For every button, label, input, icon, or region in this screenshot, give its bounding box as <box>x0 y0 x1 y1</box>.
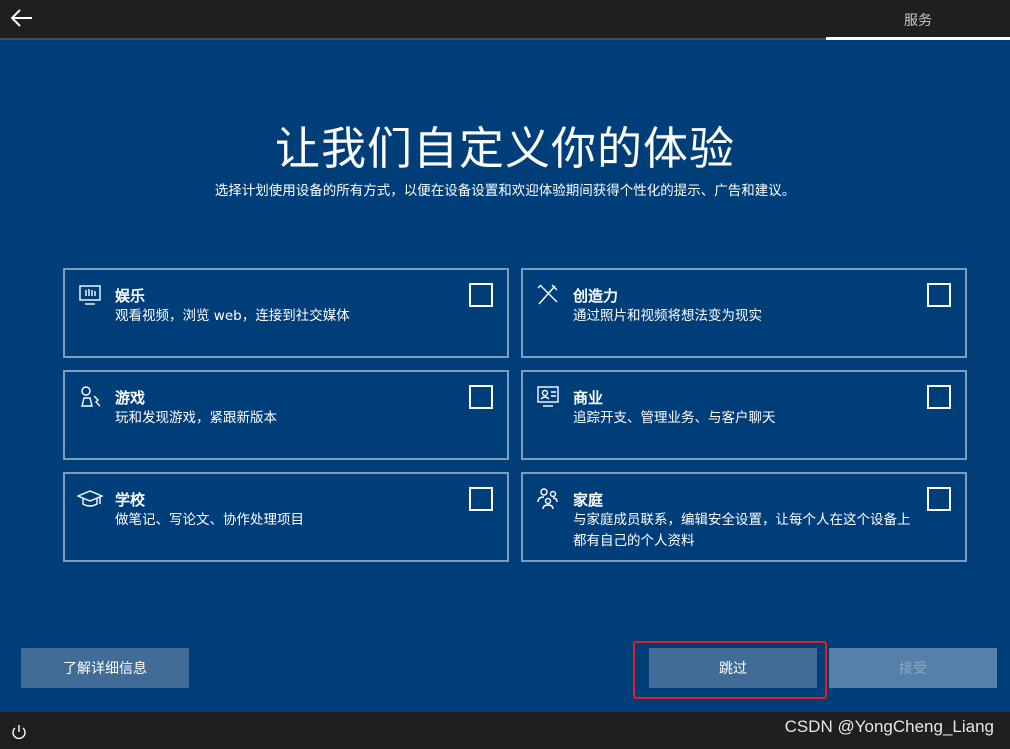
page-subtitle: 选择计划使用设备的所有方式，以便在设备设置和欢迎体验期间获得个性化的提示、广告和… <box>214 183 796 199</box>
top-bar-divider <box>0 38 826 40</box>
accept-button[interactable]: 接受 <box>829 648 997 688</box>
family-icon <box>537 488 558 510</box>
option-card-family[interactable]: 家庭 与家庭成员联系，编辑安全设置，让每个人在这个设备上都有自己的个人资料 <box>521 472 967 562</box>
option-title: 娱乐 <box>115 287 146 305</box>
option-description: 与家庭成员联系，编辑安全设置，让每个人在这个设备上都有自己的个人资料 <box>573 512 911 549</box>
tab-services[interactable]: 服务 <box>826 0 1010 40</box>
learn-more-button[interactable]: 了解详细信息 <box>21 648 189 688</box>
option-description: 观看视频，浏览 web，连接到社交媒体 <box>115 308 350 324</box>
school-icon <box>77 490 103 507</box>
option-title: 家庭 <box>573 491 604 509</box>
option-card-creativity[interactable]: 创造力 通过照片和视频将想法变为现实 <box>521 268 967 358</box>
skip-button[interactable]: 跳过 <box>649 648 817 688</box>
business-checkbox[interactable] <box>927 385 951 409</box>
entertainment-icon <box>79 285 101 305</box>
option-title: 商业 <box>573 389 604 407</box>
option-title: 游戏 <box>115 389 146 407</box>
entertainment-checkbox[interactable] <box>469 283 493 307</box>
top-bar: 服务 <box>0 0 1010 40</box>
option-description: 玩和发现游戏，紧跟新版本 <box>115 410 277 426</box>
page-title: 让我们自定义你的体验 <box>274 122 735 175</box>
gaming-checkbox[interactable] <box>469 385 493 409</box>
creativity-checkbox[interactable] <box>927 283 951 307</box>
option-description: 追踪开支、管理业务、与客户聊天 <box>573 410 776 426</box>
option-card-business[interactable]: 商业 追踪开支、管理业务、与客户聊天 <box>521 370 967 460</box>
gaming-icon <box>81 386 101 407</box>
back-arrow-icon <box>11 9 32 27</box>
option-title: 创造力 <box>573 287 619 305</box>
option-card-entertainment[interactable]: 娱乐 观看视频，浏览 web，连接到社交媒体 <box>63 268 509 358</box>
creativity-icon <box>537 284 558 305</box>
tab-services-underline <box>826 37 1010 40</box>
option-description: 做笔记、写论文、协作处理项目 <box>115 512 304 528</box>
option-card-school[interactable]: 学校 做笔记、写论文、协作处理项目 <box>63 472 509 562</box>
business-icon <box>537 386 559 407</box>
option-card-gaming[interactable]: 游戏 玩和发现游戏，紧跟新版本 <box>63 370 509 460</box>
family-checkbox[interactable] <box>927 487 951 511</box>
option-description: 通过照片和视频将想法变为现实 <box>573 308 762 324</box>
back-button[interactable] <box>8 4 36 32</box>
option-title: 学校 <box>115 491 146 509</box>
power-icon[interactable] <box>10 724 28 742</box>
bottom-bar: CSDN @YongCheng_Liang <box>0 712 1010 749</box>
school-checkbox[interactable] <box>469 487 493 511</box>
watermark-text: CSDN @YongCheng_Liang <box>784 717 994 736</box>
